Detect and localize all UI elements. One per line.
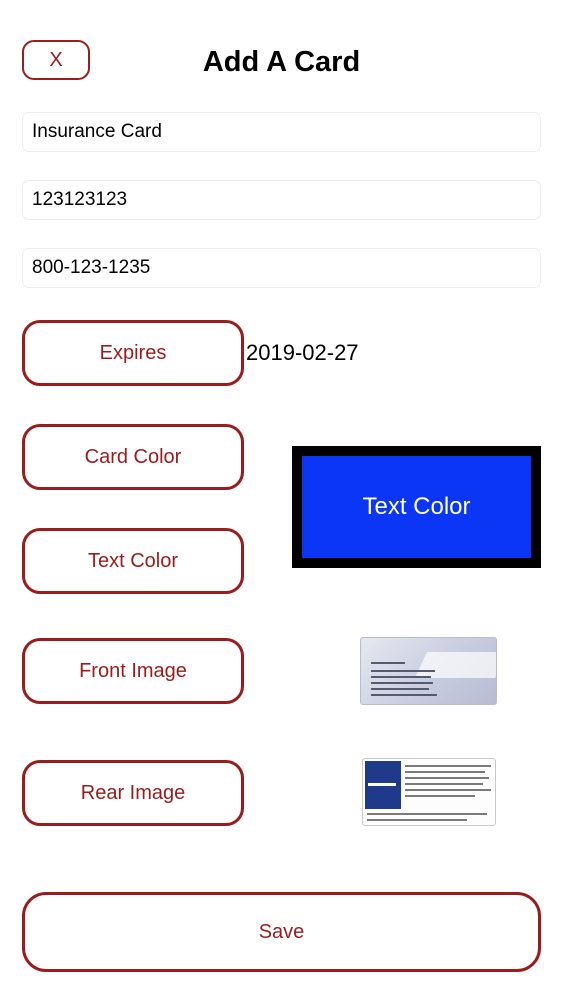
save-button[interactable]: Save — [22, 892, 541, 972]
phone-number-field[interactable] — [22, 248, 541, 288]
rear-image-button[interactable]: Rear Image — [22, 760, 244, 826]
rear-image-line — [405, 789, 491, 791]
front-image-thumbnail[interactable] — [360, 637, 497, 705]
rear-image-line — [405, 765, 491, 767]
expires-date-value: 2019-02-27 — [246, 340, 359, 365]
rear-image-thumbnail[interactable] — [362, 758, 496, 826]
rear-image-line — [405, 795, 475, 797]
front-image-line — [371, 662, 405, 664]
front-image-line — [371, 676, 431, 678]
card-name-field[interactable] — [22, 112, 541, 152]
text-color-button[interactable]: Text Color — [22, 528, 244, 594]
front-image-line — [371, 670, 435, 672]
rear-image-line — [405, 777, 489, 779]
front-image-line — [371, 694, 437, 696]
rear-image-line — [367, 813, 487, 815]
page-title: Add A Card — [202, 46, 361, 78]
card-number-field[interactable] — [22, 180, 541, 220]
front-image-line — [371, 682, 433, 684]
front-image-swoosh — [414, 652, 496, 678]
card-color-button[interactable]: Card Color — [22, 424, 244, 490]
rear-image-phone-strip — [368, 783, 396, 786]
rear-image-line — [405, 783, 483, 785]
front-image-button[interactable]: Front Image — [22, 638, 244, 704]
card-color-preview: Text Color — [292, 446, 541, 568]
expires-button[interactable]: Expires — [22, 320, 244, 386]
rear-image-line — [367, 819, 467, 821]
text-color-preview-label: Text Color — [362, 493, 471, 520]
rear-image-line — [405, 771, 485, 773]
front-image-line — [371, 688, 429, 690]
